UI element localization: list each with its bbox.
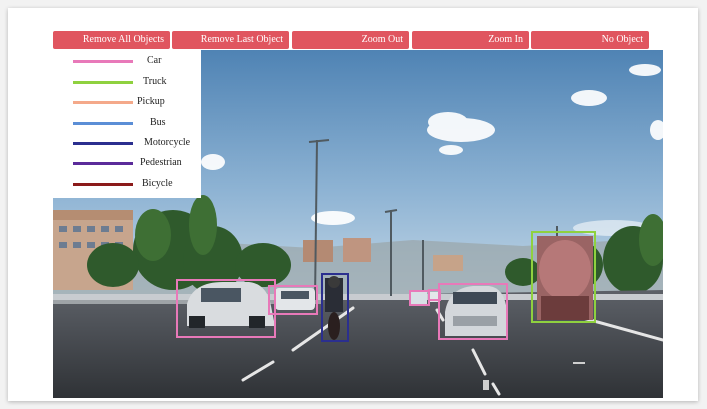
remove-all-objects-button[interactable]: Remove All Objects: [53, 31, 170, 49]
legend-item-pedestrian[interactable]: Pedestrian: [53, 154, 201, 172]
legend-label: Car: [147, 55, 162, 66]
car-color-swatch: [73, 60, 133, 63]
remove-last-object-button[interactable]: Remove Last Object: [172, 31, 289, 49]
class-legend: Car Truck Pickup Bus Motorcycle Pedestri…: [53, 50, 201, 198]
bus-color-swatch: [73, 122, 133, 125]
legend-item-car[interactable]: Car: [53, 52, 201, 70]
pedestrian-color-swatch: [73, 162, 133, 165]
toolbar: Remove All Objects Remove Last Object Zo…: [53, 31, 649, 49]
truck-shape: [537, 236, 593, 320]
legend-item-bus[interactable]: Bus: [53, 114, 201, 132]
zoom-in-button[interactable]: Zoom In: [412, 31, 529, 49]
truck-color-swatch: [73, 81, 133, 84]
car-right-shape: [445, 286, 507, 336]
motorcycle-color-swatch: [73, 142, 133, 145]
legend-label: Truck: [143, 76, 167, 87]
legend-label: Motorcycle: [144, 137, 191, 148]
zoom-out-button[interactable]: Zoom Out: [292, 31, 409, 49]
legend-item-motorcycle[interactable]: Motorcycle: [53, 134, 201, 152]
car-left-shape: [187, 282, 275, 328]
legend-label: Bicycle: [142, 178, 173, 189]
no-object-button[interactable]: No Object: [531, 31, 649, 49]
legend-item-pickup[interactable]: Pickup: [53, 93, 201, 111]
legend-item-truck[interactable]: Truck: [53, 73, 201, 91]
legend-item-bicycle[interactable]: Bicycle: [53, 175, 201, 193]
pickup-color-swatch: [73, 101, 133, 104]
legend-label: Pickup: [137, 96, 165, 107]
car-mid-shape: [275, 288, 315, 310]
legend-label: Bus: [150, 117, 166, 128]
bicycle-color-swatch: [73, 183, 133, 186]
legend-label: Pedestrian: [140, 157, 182, 168]
